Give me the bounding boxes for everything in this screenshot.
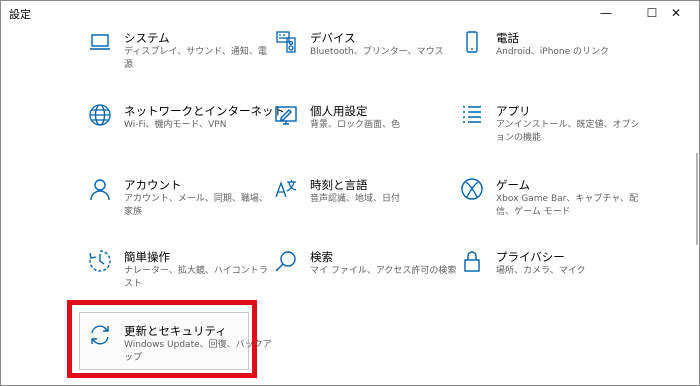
tile-label: システム bbox=[124, 31, 170, 45]
tile-network[interactable]: ネットワークとインターネット Wi-Fi、機内モード、VPN bbox=[78, 103, 285, 159]
window-title: 設定 bbox=[9, 8, 31, 21]
tile-label: プライバシー bbox=[496, 250, 565, 264]
close-icon: ✕ bbox=[670, 6, 682, 20]
tile-description: アンインストール、既定値、オプションの機能 bbox=[496, 120, 640, 143]
tile-gaming[interactable]: ゲーム Xbox Game Bar、キャプチャ、配信、ゲーム モード bbox=[450, 177, 640, 233]
tile-description: Android、iPhone のリンク bbox=[496, 47, 610, 57]
apps-list-icon bbox=[460, 103, 484, 127]
tile-description: アカウント、メール、同期、職場、家族 bbox=[124, 194, 268, 217]
laptop-icon bbox=[88, 30, 112, 54]
xbox-icon bbox=[460, 177, 484, 201]
tile-description: Wi-Fi、機内モード、VPN bbox=[124, 120, 227, 130]
title-bar: 設定 — ☐ ✕ bbox=[1, 1, 699, 25]
tile-search[interactable]: 検索 マイ ファイル、アクセス許可の検索 bbox=[264, 249, 456, 305]
tile-devices[interactable]: デバイス Bluetooth、プリンター、マウス bbox=[264, 30, 454, 86]
scrollbar[interactable] bbox=[696, 153, 698, 245]
tile-update-security[interactable]: 更新とセキュリティ Windows Update、回復、バックアップ bbox=[78, 323, 272, 379]
update-icon bbox=[88, 323, 112, 347]
tile-label: 検索 bbox=[310, 250, 333, 264]
ease-of-access-icon bbox=[88, 249, 112, 273]
tile-label: 簡単操作 bbox=[124, 250, 170, 264]
tile-label: 個人用設定 bbox=[310, 104, 368, 118]
tile-description: マイ ファイル、アクセス許可の検索 bbox=[310, 266, 457, 276]
tile-time-language[interactable]: 時刻と言語 音声認識、地域、日付 bbox=[264, 177, 454, 233]
lock-icon bbox=[460, 249, 484, 273]
globe-icon bbox=[88, 103, 112, 127]
keyboard-icon bbox=[274, 30, 298, 54]
tile-description: ディスプレイ、サウンド、通知、電源 bbox=[124, 47, 267, 70]
tile-accounts[interactable]: アカウント アカウント、メール、同期、職場、家族 bbox=[78, 177, 268, 233]
tile-label: 時刻と言語 bbox=[310, 178, 368, 192]
person-icon bbox=[88, 177, 112, 201]
tile-description: 背景、ロック画面、色 bbox=[310, 120, 401, 130]
settings-window: 設定 — ☐ ✕ システム ディスプレイ、サウンド、通知、電源 デバイス Blu… bbox=[0, 0, 700, 386]
tile-privacy[interactable]: プライバシー 場所、カメラ、マイク bbox=[450, 249, 640, 305]
tile-description: Bluetooth、プリンター、マウス bbox=[310, 47, 444, 57]
minimize-button[interactable]: — bbox=[583, 1, 629, 25]
tile-apps[interactable]: アプリ アンインストール、既定値、オプションの機能 bbox=[450, 103, 640, 159]
tile-personalization[interactable]: 個人用設定 背景、ロック画面、色 bbox=[264, 103, 454, 159]
tile-description: 場所、カメラ、マイク bbox=[496, 266, 586, 276]
minimize-icon: — bbox=[600, 6, 612, 20]
close-button[interactable]: ✕ bbox=[653, 1, 699, 25]
tile-label: デバイス bbox=[310, 31, 356, 45]
phone-icon bbox=[460, 30, 484, 54]
tile-system[interactable]: システム ディスプレイ、サウンド、通知、電源 bbox=[78, 30, 268, 86]
tile-ease-of-access[interactable]: 簡単操作 ナレーター、拡大鏡、ハイコントラスト bbox=[78, 249, 268, 305]
tile-description: Xbox Game Bar、キャプチャ、配信、ゲーム モード bbox=[496, 194, 639, 217]
tile-label: アプリ bbox=[496, 104, 531, 118]
tile-label: ネットワークとインターネット bbox=[124, 104, 285, 118]
search-icon bbox=[274, 249, 298, 273]
tile-description: ナレーター、拡大鏡、ハイコントラスト bbox=[124, 266, 268, 289]
tile-description: Windows Update、回復、バックアップ bbox=[124, 340, 272, 363]
personalization-icon bbox=[274, 103, 298, 127]
tile-label: 更新とセキュリティ bbox=[124, 324, 227, 338]
tile-phone[interactable]: 電話 Android、iPhone のリンク bbox=[450, 30, 640, 86]
tile-label: ゲーム bbox=[496, 178, 531, 192]
tile-label: アカウント bbox=[124, 178, 182, 192]
tile-label: 電話 bbox=[496, 31, 519, 45]
tile-description: 音声認識、地域、日付 bbox=[310, 194, 401, 204]
time-language-icon bbox=[274, 177, 298, 201]
